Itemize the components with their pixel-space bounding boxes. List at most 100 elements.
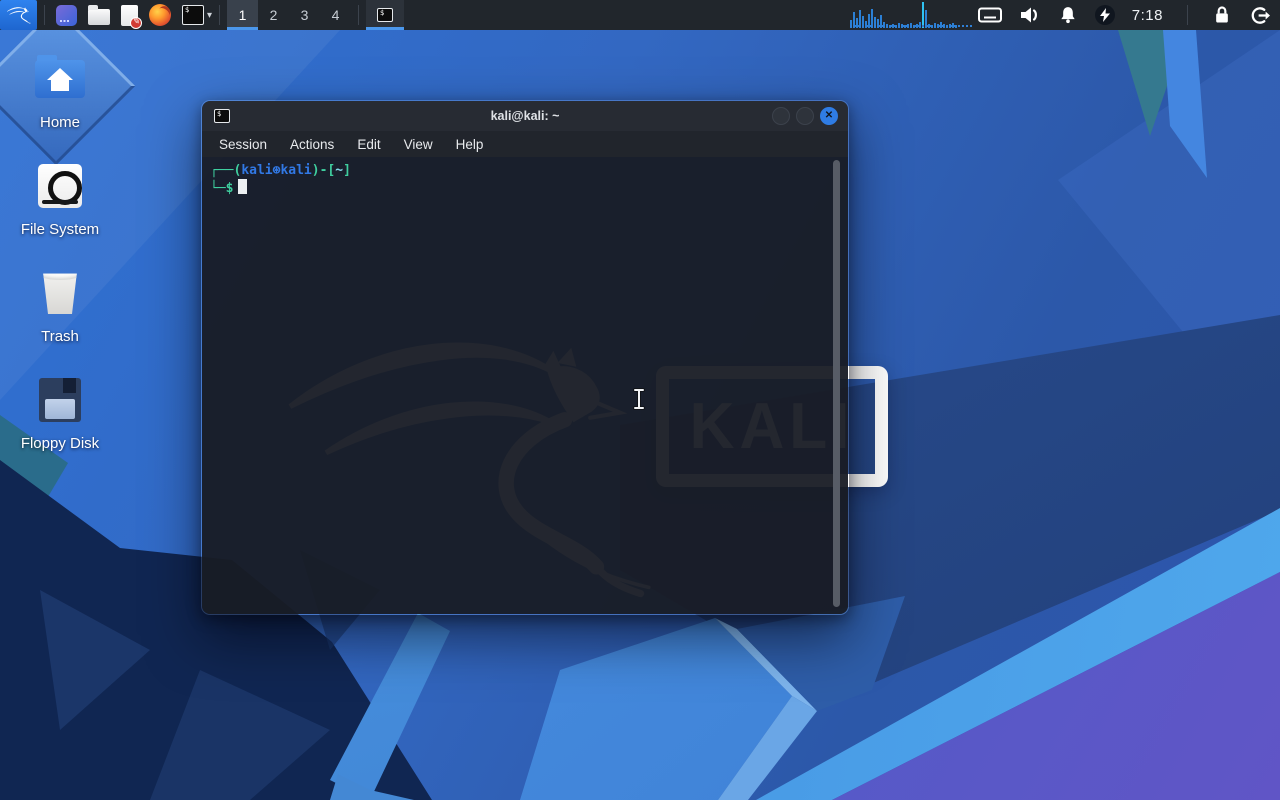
graph-bar: [886, 24, 888, 28]
logout-icon[interactable]: [1249, 5, 1270, 26]
window-titlebar[interactable]: kali@kali: ~ ✕: [202, 101, 848, 131]
graph-bar: [892, 24, 894, 28]
panel-separator: [44, 5, 45, 25]
clock[interactable]: 7:18: [1132, 7, 1163, 24]
workspace-3[interactable]: 3: [289, 0, 320, 30]
firefox-icon: [149, 4, 171, 26]
file-manager-launcher[interactable]: [88, 0, 110, 30]
home-folder-icon: [35, 60, 85, 98]
graph-bar: [904, 25, 906, 28]
file-manager-icon: [88, 9, 110, 25]
terminal-scrollbar[interactable]: [833, 160, 840, 607]
terminal-content[interactable]: ┌──(kali⊛kali)-[~] └─$: [202, 157, 848, 614]
menu-view[interactable]: View: [404, 137, 433, 152]
desktop-icon-floppy-disk[interactable]: Floppy Disk: [12, 369, 108, 476]
desktop-icon-home[interactable]: Home: [12, 48, 108, 155]
desktop-icon-label: Home: [40, 114, 80, 131]
keyboard-icon[interactable]: [978, 7, 1002, 23]
graph-bar: [898, 23, 900, 28]
prompt-line-2: └─$: [210, 179, 840, 197]
graph-bar: [925, 10, 927, 28]
text-editor-icon: [121, 5, 138, 26]
graph-bar: [934, 23, 936, 28]
volume-icon[interactable]: [1019, 5, 1041, 25]
desktop-icon-label: File System: [21, 221, 99, 238]
workspace-1[interactable]: 1: [227, 0, 258, 30]
desktop-icon-label: Trash: [41, 328, 79, 345]
floppy-disk-icon: [39, 378, 81, 422]
file-system-drive-icon: [38, 164, 82, 208]
minimize-button[interactable]: [772, 107, 790, 125]
lock-screen-icon[interactable]: [1212, 5, 1232, 25]
terminal-launcher[interactable]: ▾: [182, 0, 212, 30]
workspace-4[interactable]: 4: [320, 0, 351, 30]
notifications-bell-icon[interactable]: [1058, 5, 1078, 25]
menu-actions[interactable]: Actions: [290, 137, 334, 152]
menu-edit[interactable]: Edit: [357, 137, 380, 152]
window-title: kali@kali: ~: [202, 109, 848, 123]
graph-bar: [889, 25, 891, 28]
graph-bar: [952, 23, 954, 28]
desktop-icon-label: Floppy Disk: [21, 435, 99, 452]
graph-bar: [862, 16, 864, 28]
graph-bar: [916, 24, 918, 28]
terminal-window: kali@kali: ~ ✕ Session Actions Edit View…: [201, 100, 849, 615]
firefox-launcher[interactable]: [149, 0, 171, 30]
graph-bar: [931, 25, 933, 28]
graph-bar: [868, 14, 870, 28]
terminal-icon: [377, 8, 393, 22]
prompt-line-1: ┌──(kali⊛kali)-[~]: [210, 162, 840, 179]
graph-bar: [877, 19, 879, 28]
menu-session[interactable]: Session: [219, 137, 267, 152]
taskbar-terminal-window-button[interactable]: [366, 0, 404, 30]
menu-help[interactable]: Help: [456, 137, 484, 152]
desktop-screen: KALI ▾ 1 2 3 4: [0, 0, 1280, 800]
desktop-settings-icon: [56, 5, 77, 26]
panel-separator: [358, 5, 359, 25]
graph-bar: [949, 24, 951, 28]
close-button[interactable]: ✕: [820, 107, 838, 125]
desktop-settings-launcher[interactable]: [56, 0, 77, 30]
graph-bar: [901, 24, 903, 28]
maximize-button[interactable]: [796, 107, 814, 125]
graph-bar: [946, 25, 948, 28]
system-monitor-graph[interactable]: [850, 2, 962, 28]
workspace-switcher: 1 2 3 4: [227, 0, 351, 30]
top-panel: ▾ 1 2 3 4: [0, 0, 1280, 30]
panel-separator: [219, 5, 220, 25]
graph-bar: [850, 20, 852, 28]
launcher-row: ▾: [56, 0, 212, 30]
graph-bar: [937, 24, 939, 28]
applications-menu-button[interactable]: [0, 0, 37, 30]
kali-logo-icon: [7, 3, 31, 27]
desktop-icon-file-system[interactable]: File System: [12, 155, 108, 262]
terminal-icon: [182, 5, 204, 25]
chevron-down-icon[interactable]: ▾: [207, 10, 212, 21]
graph-bar: [910, 23, 912, 28]
desktop-icon-trash[interactable]: Trash: [12, 262, 108, 369]
workspace-2[interactable]: 2: [258, 0, 289, 30]
graph-bar: [895, 25, 897, 28]
graph-bar: [859, 10, 861, 28]
graph-bar: [928, 24, 930, 28]
graph-bar: [871, 9, 873, 28]
ibeam-mouse-cursor: [631, 387, 647, 411]
graph-bar: [883, 22, 885, 28]
trash-bin-icon: [40, 272, 80, 314]
graph-bar: [880, 15, 882, 28]
terminal-cursor: [238, 179, 247, 194]
system-tray: 7:18: [978, 5, 1270, 26]
graph-bar: [955, 25, 957, 28]
panel-separator: [1187, 5, 1188, 25]
graph-bar: [874, 17, 876, 28]
graph-bar: [853, 12, 855, 28]
graph-bar: [940, 22, 942, 28]
graph-bar: [907, 24, 909, 28]
desktop-icon-column: Home File System Trash Floppy Disk: [12, 48, 108, 476]
power-manager-icon[interactable]: [1095, 5, 1115, 25]
graph-bar: [865, 21, 867, 28]
graph-bar: [922, 2, 924, 28]
text-editor-launcher[interactable]: [121, 0, 138, 30]
window-buttons: ✕: [772, 107, 838, 125]
graph-bar: [856, 18, 858, 28]
